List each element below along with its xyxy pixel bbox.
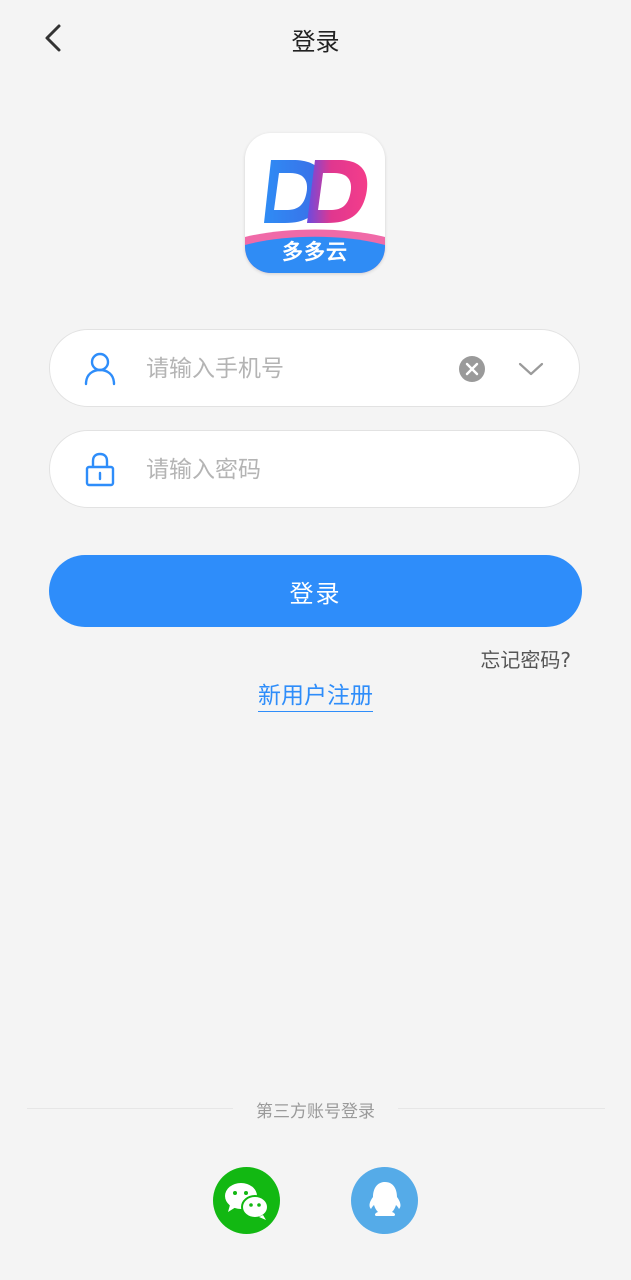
phone-input[interactable] — [144, 346, 448, 392]
phone-field — [49, 329, 580, 407]
forgot-password-link[interactable]: 忘记密码? — [480, 644, 571, 673]
divider-right — [398, 1108, 605, 1109]
third-party-label: 第三方账号登录 — [256, 1102, 375, 1122]
qq-login-button[interactable] — [351, 1167, 418, 1234]
chevron-down-icon[interactable] — [516, 355, 546, 383]
wechat-icon — [224, 1182, 269, 1220]
app-logo: 多多云 — [245, 133, 385, 273]
register-link-container: 新用户注册 — [0, 676, 631, 712]
logo-name: 多多云 — [282, 240, 348, 264]
password-field — [49, 430, 580, 508]
user-icon — [84, 352, 116, 386]
page-title: 登录 — [291, 28, 340, 56]
lock-icon — [85, 452, 115, 487]
clear-icon[interactable] — [458, 355, 486, 383]
wechat-login-button[interactable] — [213, 1167, 280, 1234]
qq-icon — [369, 1181, 400, 1216]
register-link[interactable]: 新用户注册 — [258, 683, 373, 712]
password-input[interactable] — [144, 447, 448, 493]
login-button[interactable]: 登录 — [49, 555, 582, 627]
header: 登录 — [0, 0, 631, 78]
